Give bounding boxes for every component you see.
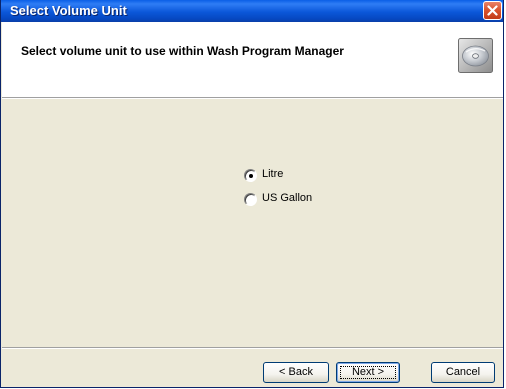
header-panel: Select volume unit to use within Wash Pr… xyxy=(2,22,503,98)
next-button[interactable]: Next > xyxy=(336,362,400,383)
close-button[interactable] xyxy=(483,1,502,20)
cancel-button-label: Cancel xyxy=(445,366,481,378)
radio-button-litre[interactable] xyxy=(244,169,257,182)
close-icon xyxy=(487,5,498,16)
back-button[interactable]: < Back xyxy=(263,362,329,383)
window-title: Select Volume Unit xyxy=(10,3,127,18)
header-heading: Select volume unit to use within Wash Pr… xyxy=(21,44,344,58)
cancel-button[interactable]: Cancel xyxy=(431,362,495,383)
next-button-label: Next > xyxy=(351,366,385,378)
back-button-label: < Back xyxy=(279,366,313,378)
title-bar[interactable]: Select Volume Unit xyxy=(1,0,503,22)
radio-label-us-gallon[interactable]: US Gallon xyxy=(262,192,312,204)
cd-disc-icon xyxy=(458,38,493,73)
dialog-window: Select Volume Unit Select volume unit to… xyxy=(0,0,504,388)
radio-label-litre[interactable]: Litre xyxy=(262,168,283,180)
radio-button-us-gallon[interactable] xyxy=(244,193,257,206)
radio-selected-dot xyxy=(249,174,253,178)
header-divider xyxy=(2,98,503,99)
footer-divider-highlight xyxy=(2,348,503,349)
